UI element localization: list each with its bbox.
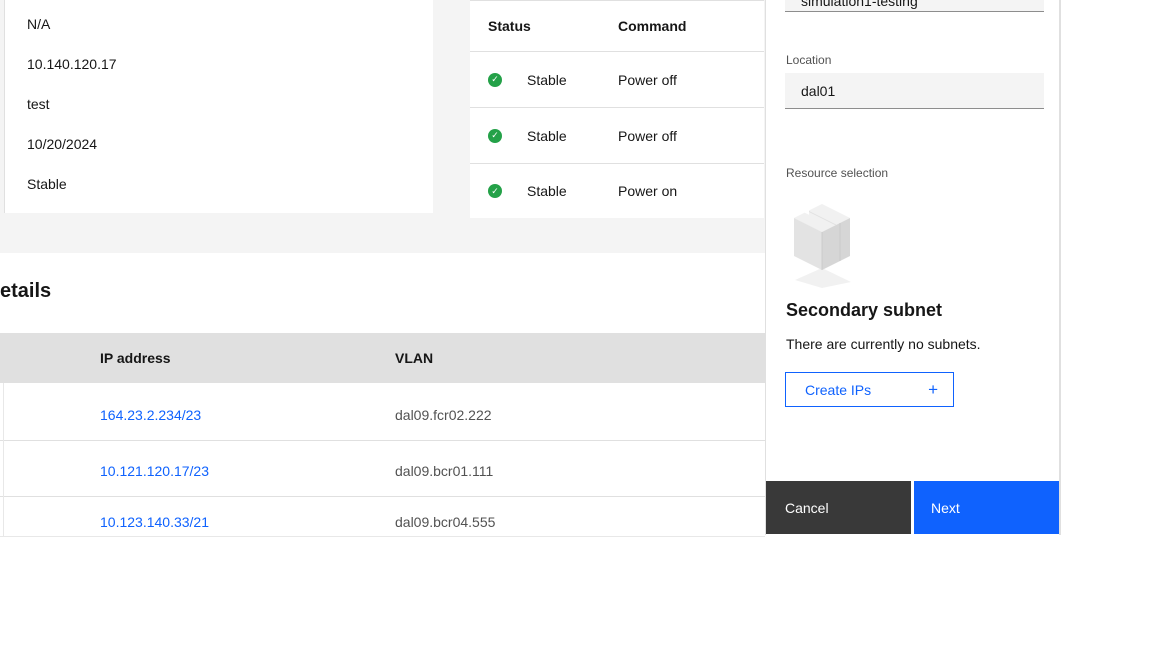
details-heading: etails [0, 280, 51, 303]
vlan-cell: dal09.bcr01.111 [395, 463, 765, 479]
ip-address-link[interactable]: 164.23.2.234/23 [100, 407, 201, 423]
summary-value: 10.140.120.17 [27, 44, 433, 84]
panel-footer: Cancel Next [766, 481, 1061, 534]
column-header-status: Status [470, 18, 618, 34]
table-row: 10.123.140.33/21 dal09.bcr04.555 [0, 497, 765, 537]
summary-value: 10/20/2024 [27, 124, 433, 164]
status-table-header: Status Command [470, 1, 764, 52]
empty-subnets-message: There are currently no subnets. [786, 336, 981, 352]
summary-card: N/A 10.140.120.17 test 10/20/2024 Stable [4, 0, 433, 213]
checkmark-filled-icon [488, 129, 502, 143]
table-row: Stable Power off [470, 108, 764, 164]
table-row: Stable Power on [470, 164, 764, 218]
status-badge: Stable [527, 183, 567, 199]
add-icon: + [928, 381, 938, 398]
column-header-command: Command [618, 18, 764, 34]
ip-table: IP address VLAN 164.23.2.234/23 dal09.fc… [0, 333, 765, 537]
summary-value: test [27, 84, 433, 124]
checkmark-filled-icon [488, 73, 502, 87]
table-left-edge [3, 383, 4, 537]
secondary-subnet-heading: Secondary subnet [786, 300, 942, 321]
create-ips-button[interactable]: Create IPs + [785, 372, 954, 407]
summary-value: N/A [27, 4, 433, 44]
command-cell: Power off [618, 72, 764, 88]
column-header-ip: IP address [100, 350, 395, 366]
location-input[interactable] [785, 73, 1044, 109]
ip-table-header: IP address VLAN [0, 333, 765, 383]
server-cube-pictogram [793, 202, 855, 288]
status-badge: Stable [527, 72, 567, 88]
name-input[interactable]: simulation1-testing [785, 0, 1044, 12]
checkmark-filled-icon [488, 184, 502, 198]
column-header-vlan: VLAN [395, 350, 765, 366]
table-row: Stable Power off [470, 52, 764, 108]
command-cell: Power on [618, 183, 764, 199]
create-ips-label: Create IPs [805, 382, 871, 398]
ip-address-link[interactable]: 10.123.140.33/21 [100, 514, 209, 530]
vlan-cell: dal09.bcr04.555 [395, 514, 765, 530]
table-row: 10.121.120.17/23 dal09.bcr01.111 [0, 441, 765, 497]
vlan-cell: dal09.fcr02.222 [395, 407, 765, 423]
ip-address-link[interactable]: 10.121.120.17/23 [100, 463, 209, 479]
table-row: 164.23.2.234/23 dal09.fcr02.222 [0, 383, 765, 441]
summary-value: Stable [27, 164, 433, 204]
status-table: Status Command Stable Power off Stable P… [470, 0, 764, 218]
status-badge: Stable [527, 128, 567, 144]
command-cell: Power off [618, 128, 764, 144]
location-label: Location [786, 53, 831, 67]
cancel-button[interactable]: Cancel [766, 481, 911, 534]
resource-selection-label: Resource selection [786, 166, 888, 180]
next-button[interactable]: Next [914, 481, 1061, 534]
side-panel: simulation1-testing Location Resource se… [765, 0, 1061, 535]
